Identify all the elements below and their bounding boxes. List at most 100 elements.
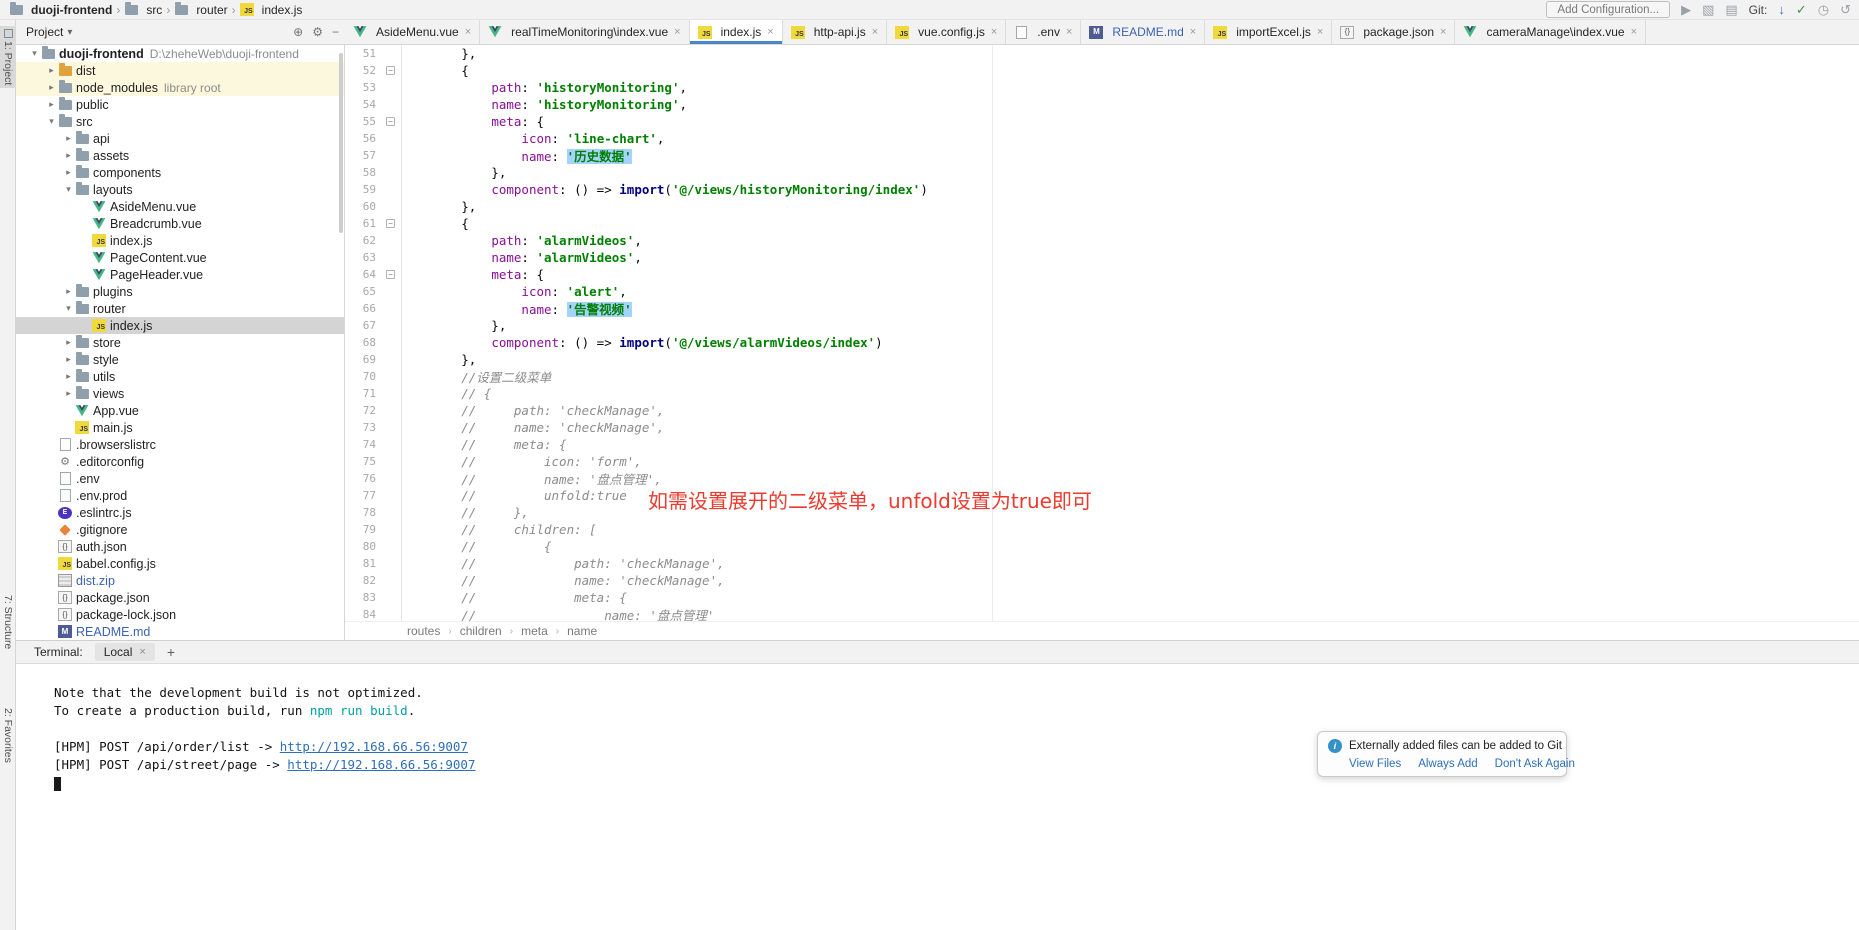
chevron-down-icon[interactable]: ▾	[45, 116, 58, 127]
tree-item-node-modules[interactable]: ▸node_moduleslibrary root	[16, 79, 344, 96]
tree-item-index-js[interactable]: index.js	[16, 232, 344, 249]
hide-panel-icon[interactable]: −	[332, 25, 339, 39]
git-update-icon[interactable]: ↓	[1778, 3, 1785, 16]
tab-close-icon[interactable]: ×	[1190, 26, 1196, 38]
notification-link-view-files[interactable]: View Files	[1349, 758, 1401, 770]
chevron-right-icon[interactable]: ▸	[62, 286, 75, 297]
tree-item-app-vue[interactable]: App.vue	[16, 402, 344, 419]
breadcrumb-item-router[interactable]: router	[171, 3, 230, 17]
chevron-right-icon[interactable]: ▸	[45, 82, 58, 93]
notification-link-always-add[interactable]: Always Add	[1418, 758, 1477, 770]
add-configuration-button[interactable]: Add Configuration...	[1546, 1, 1670, 18]
tab-close-icon[interactable]: ×	[1440, 26, 1446, 38]
tree-item-gitignore[interactable]: .gitignore	[16, 521, 344, 538]
editor-tab-http-api-js[interactable]: http-api.js×	[783, 20, 887, 44]
chevron-down-icon[interactable]: ▾	[28, 48, 41, 59]
tab-close-icon[interactable]: ×	[1066, 26, 1072, 38]
terminal-link[interactable]: http://192.168.66.56:9007	[280, 739, 468, 754]
tree-item-readme-md[interactable]: README.md	[16, 623, 344, 640]
tab-close-icon[interactable]: ×	[674, 26, 680, 38]
tree-item-package-lock-json[interactable]: package-lock.json	[16, 606, 344, 623]
tree-item-duoji-frontend[interactable]: ▾duoji-frontendD:\zheheWeb\duoji-fronten…	[16, 45, 344, 62]
notification-link-don-t-ask-again[interactable]: Don't Ask Again	[1495, 758, 1575, 770]
chevron-right-icon[interactable]: ▸	[62, 133, 75, 144]
terminal-link[interactable]: http://192.168.66.56:9007	[287, 757, 475, 772]
tree-item-env[interactable]: .env	[16, 470, 344, 487]
chevron-right-icon[interactable]: ▸	[62, 150, 75, 161]
editor-tab-vue-config-js[interactable]: vue.config.js×	[887, 20, 1006, 44]
tree-item-api[interactable]: ▸api	[16, 130, 344, 147]
tree-item-dist[interactable]: ▸dist	[16, 62, 344, 79]
fold-icon[interactable]: −	[386, 66, 395, 75]
tree-scrollbar[interactable]	[339, 53, 343, 233]
tree-item-router[interactable]: ▾router	[16, 300, 344, 317]
tree-item-dist-zip[interactable]: dist.zip	[16, 572, 344, 589]
debug-icon[interactable]: ▧	[1702, 3, 1714, 16]
chevron-right-icon[interactable]: ▸	[45, 99, 58, 110]
tree-item-index-js[interactable]: index.js	[16, 317, 344, 334]
tab-close-icon[interactable]: ×	[991, 26, 997, 38]
tab-close-icon[interactable]: ×	[872, 26, 878, 38]
editor-tab-package-json[interactable]: package.json×	[1332, 20, 1455, 44]
tool-strip-item-1-project[interactable]: 1: Project	[0, 26, 16, 88]
tree-item-env-prod[interactable]: .env.prod	[16, 487, 344, 504]
tab-close-icon[interactable]: ×	[1631, 26, 1637, 38]
profiler-icon[interactable]: ▤	[1725, 3, 1737, 16]
editor-tab-cameramanage-index-vue[interactable]: cameraManage\index.vue×	[1455, 20, 1646, 44]
tree-item-plugins[interactable]: ▸plugins	[16, 283, 344, 300]
chevron-right-icon[interactable]: ▸	[62, 354, 75, 365]
tool-strip-item-2-favorites[interactable]: 2: Favorites	[0, 705, 16, 766]
tree-item-pageheader-vue[interactable]: PageHeader.vue	[16, 266, 344, 283]
fold-icon[interactable]: −	[386, 117, 395, 126]
tree-item-pagecontent-vue[interactable]: PageContent.vue	[16, 249, 344, 266]
tab-close-icon[interactable]: ×	[767, 26, 773, 38]
tree-item-layouts[interactable]: ▾layouts	[16, 181, 344, 198]
editor-tab-importexcel-js[interactable]: importExcel.js×	[1205, 20, 1332, 44]
tree-item-editorconfig[interactable]: .editorconfig	[16, 453, 344, 470]
breadcrumb-item-duoji-frontend[interactable]: duoji-frontend	[6, 3, 115, 17]
rollback-icon[interactable]: ↺	[1840, 3, 1851, 16]
tree-item-utils[interactable]: ▸utils	[16, 368, 344, 385]
chevron-right-icon[interactable]: ▸	[45, 65, 58, 76]
tree-item-style[interactable]: ▸style	[16, 351, 344, 368]
code-area[interactable]: 51 },52− {53 path: 'historyMonitoring',5…	[345, 45, 1859, 621]
editor-tab-asidemenu-vue[interactable]: AsideMenu.vue×	[345, 20, 480, 44]
breadcrumb-item-index-js[interactable]: index.js	[237, 3, 306, 17]
editor-breadcrumb-item-meta[interactable]: meta	[521, 624, 548, 638]
tree-item-package-json[interactable]: package.json	[16, 589, 344, 606]
history-icon[interactable]: ◷	[1818, 3, 1829, 16]
tool-strip-item-7-structure[interactable]: 7: Structure	[0, 592, 16, 652]
chevron-right-icon[interactable]: ▸	[62, 337, 75, 348]
fold-icon[interactable]: −	[386, 219, 395, 228]
tree-item-babel-config-js[interactable]: babel.config.js	[16, 555, 344, 572]
new-terminal-icon[interactable]: +	[167, 644, 175, 660]
chevron-down-icon[interactable]: ▾	[62, 303, 75, 314]
tree-item-eslintrc-js[interactable]: .eslintrc.js	[16, 504, 344, 521]
editor-breadcrumb-item-routes[interactable]: routes	[407, 624, 440, 638]
chevron-right-icon[interactable]: ▸	[62, 388, 75, 399]
tab-close-icon[interactable]: ×	[465, 26, 471, 38]
tree-item-src[interactable]: ▾src	[16, 113, 344, 130]
terminal-output[interactable]: Note that the development build is not o…	[16, 664, 1859, 930]
editor-tab-readme-md[interactable]: README.md×	[1081, 20, 1205, 44]
tree-item-asidemenu-vue[interactable]: AsideMenu.vue	[16, 198, 344, 215]
run-icon[interactable]: ▶	[1681, 3, 1691, 16]
tree-item-public[interactable]: ▸public	[16, 96, 344, 113]
close-icon[interactable]: ×	[139, 646, 145, 658]
tree-item-store[interactable]: ▸store	[16, 334, 344, 351]
chevron-right-icon[interactable]: ▸	[62, 371, 75, 382]
fold-icon[interactable]: −	[386, 270, 395, 279]
tree-item-browserslistrc[interactable]: .browserslistrc	[16, 436, 344, 453]
editor-tab-index-js[interactable]: index.js×	[690, 20, 783, 44]
terminal-tab-local[interactable]: Local ×	[95, 643, 155, 661]
tree-item-views[interactable]: ▸views	[16, 385, 344, 402]
tab-close-icon[interactable]: ×	[1317, 26, 1323, 38]
chevron-down-icon[interactable]: ▾	[62, 184, 75, 195]
tree-item-breadcrumb-vue[interactable]: Breadcrumb.vue	[16, 215, 344, 232]
editor-breadcrumb-item-children[interactable]: children	[460, 624, 502, 638]
project-view-selector[interactable]: Project	[26, 25, 63, 39]
breadcrumb-item-src[interactable]: src	[121, 3, 165, 17]
editor-tab-realtimemonitoring-index-vue[interactable]: realTimeMonitoring\index.vue×	[480, 20, 689, 44]
tree-item-assets[interactable]: ▸assets	[16, 147, 344, 164]
tree-item-auth-json[interactable]: auth.json	[16, 538, 344, 555]
